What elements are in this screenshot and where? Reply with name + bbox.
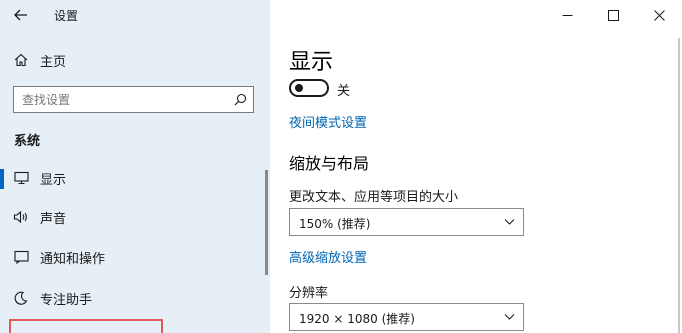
sidebar-item-label: 显示 (40, 172, 67, 188)
sidebar-scrollbar[interactable] (265, 170, 268, 275)
back-button[interactable] (8, 4, 34, 26)
toggle-knob (295, 84, 303, 92)
maximize-button[interactable] (590, 0, 636, 30)
night-light-toggle[interactable] (289, 79, 329, 97)
resolution-dropdown[interactable]: 1920 × 1080 (推荐) (289, 303, 524, 331)
sidebar-item-sound[interactable]: 声音 (0, 200, 262, 234)
speaker-icon (13, 209, 29, 225)
sidebar-item-label: 通知和操作 (40, 251, 106, 267)
sidebar-item-display[interactable]: 显示 (0, 161, 262, 195)
scale-section-title: 缩放与布局 (289, 154, 370, 173)
window-controls (544, 0, 682, 30)
minimize-icon (562, 14, 572, 16)
scale-dropdown[interactable]: 150% (推荐) (289, 208, 524, 236)
search-input[interactable] (22, 91, 227, 109)
content-scrollbar[interactable] (678, 38, 680, 333)
sidebar-item-home[interactable]: 主页 (0, 43, 262, 77)
sidebar-item-label: 主页 (40, 54, 67, 70)
back-arrow-icon (14, 9, 27, 21)
monitor-icon (13, 170, 29, 186)
maximize-icon (607, 9, 619, 21)
sidebar-item-focus-assist[interactable]: 专注助手 (0, 281, 262, 315)
chevron-down-icon (504, 314, 515, 320)
app-title: 设置 (54, 9, 79, 23)
sidebar-item-label: 声音 (40, 211, 67, 227)
scale-label: 更改文本、应用等项目的大小 (289, 190, 459, 205)
advanced-scaling-link[interactable]: 高级缩放设置 (289, 247, 367, 266)
annotation-highlight-box (9, 319, 163, 333)
close-button[interactable] (636, 0, 682, 30)
search-field[interactable] (13, 86, 254, 113)
page-title: 显示 (289, 50, 334, 75)
night-light-settings-link[interactable]: 夜间模式设置 (289, 112, 367, 131)
chevron-down-icon (504, 219, 515, 225)
toggle-state-label: 关 (337, 84, 351, 99)
sidebar-item-notifications[interactable]: 通知和操作 (0, 240, 262, 274)
close-icon (653, 9, 665, 21)
home-icon (13, 52, 29, 68)
scale-dropdown-value: 150% (推荐) (299, 217, 371, 231)
title-bar: 设置 (0, 0, 270, 30)
resolution-dropdown-value: 1920 × 1080 (推荐) (299, 312, 415, 326)
resolution-label: 分辨率 (289, 286, 329, 301)
sidebar-item-label: 专注助手 (40, 292, 93, 308)
section-title: 系统 (14, 134, 41, 149)
moon-icon (13, 290, 29, 306)
minimize-button[interactable] (544, 0, 590, 30)
search-icon (234, 93, 247, 106)
sidebar: 设置 主页 系统 显示 (0, 0, 270, 333)
notification-icon (13, 249, 29, 265)
